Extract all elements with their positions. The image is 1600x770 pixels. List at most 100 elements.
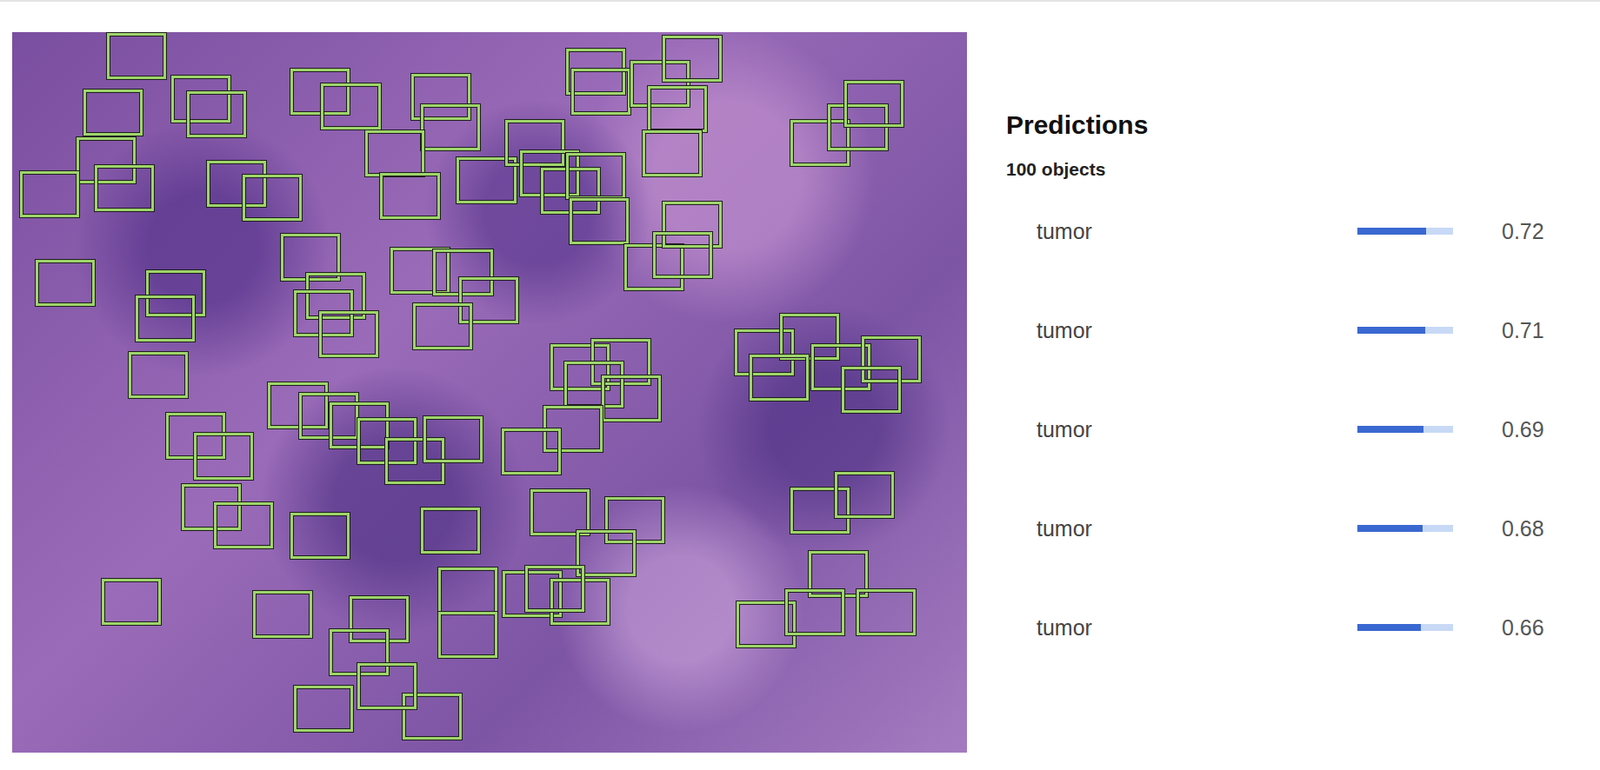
score-fill [1357, 227, 1427, 235]
bounding-box[interactable] [186, 91, 247, 138]
prediction-score: 0.68 [1501, 516, 1545, 542]
prediction-score: 0.66 [1501, 615, 1545, 641]
bounding-box[interactable] [267, 382, 327, 429]
bounding-box[interactable] [505, 120, 565, 167]
prediction-row[interactable]: tumor 0.68 [1006, 513, 1566, 544]
score-fill [1357, 326, 1426, 334]
prediction-label: tumor [1036, 219, 1358, 245]
top-divider [0, 0, 1600, 2]
bounding-box[interactable] [841, 366, 901, 414]
predictions-panel: Predictions 100 objects tumor 0.72tumor … [966, 32, 1600, 754]
bounding-box[interactable] [630, 60, 690, 107]
bounding-box[interactable] [653, 232, 713, 279]
bounding-box[interactable] [365, 130, 425, 177]
bounding-box[interactable] [662, 201, 722, 248]
bounding-box[interactable] [319, 311, 379, 358]
bounding-box[interactable] [94, 165, 154, 212]
bounding-box[interactable] [566, 153, 626, 200]
bounding-box[interactable] [525, 566, 585, 613]
object-count: 100 objects [1006, 159, 1566, 180]
bounding-box[interactable] [357, 663, 417, 710]
bounding-box[interactable] [438, 612, 498, 659]
bounding-box[interactable] [20, 171, 80, 218]
prediction-row[interactable]: tumor 0.72 [1006, 216, 1566, 247]
bounding-box[interactable] [520, 150, 580, 197]
bounding-box[interactable] [242, 174, 302, 221]
bounding-box[interactable] [380, 173, 440, 220]
bounding-box[interactable] [423, 416, 483, 463]
prediction-label: tumor [1036, 516, 1358, 542]
bounding-box[interactable] [76, 137, 136, 184]
prediction-row[interactable]: tumor 0.66 [1006, 613, 1566, 643]
bounding-box[interactable] [402, 693, 462, 740]
bounding-box[interactable] [827, 104, 887, 151]
bounding-box[interactable] [564, 361, 624, 408]
bounding-box[interactable] [135, 295, 195, 342]
prediction-score: 0.72 [1501, 219, 1545, 245]
bounding-box[interactable] [856, 589, 916, 636]
bounding-box[interactable] [101, 579, 161, 626]
bounding-box[interactable] [438, 567, 498, 614]
bounding-box[interactable] [550, 579, 610, 626]
bounding-box[interactable] [411, 73, 471, 120]
bounding-box[interactable] [780, 313, 840, 360]
bounding-box[interactable] [601, 375, 661, 422]
bounding-box[interactable] [146, 270, 206, 317]
score-bar [1357, 624, 1454, 632]
bounding-box[interactable] [662, 35, 722, 82]
bounding-box[interactable] [413, 303, 473, 350]
bounding-box[interactable] [213, 502, 274, 549]
bounding-box[interactable] [253, 591, 313, 638]
bounding-box[interactable] [501, 428, 561, 475]
bounding-box[interactable] [181, 484, 241, 531]
bounding-box[interactable] [834, 472, 894, 519]
bounding-box[interactable] [861, 336, 921, 383]
bounding-box[interactable] [571, 68, 631, 115]
bounding-box[interactable] [420, 104, 480, 151]
prediction-row[interactable]: tumor 0.71 [1006, 315, 1566, 346]
bounding-box[interactable] [433, 249, 493, 296]
bounding-box[interactable] [785, 589, 845, 636]
prediction-row[interactable]: tumor 0.69 [1006, 414, 1566, 445]
bounding-box[interactable] [566, 48, 626, 95]
bounding-box[interactable] [790, 487, 850, 534]
bounding-box[interactable] [106, 33, 167, 80]
bounding-box[interactable] [128, 352, 188, 399]
prediction-score: 0.69 [1501, 417, 1545, 443]
prediction-label: tumor [1036, 417, 1358, 443]
bounding-box[interactable] [171, 75, 231, 122]
score-fill [1357, 525, 1423, 533]
bounding-box[interactable] [193, 433, 254, 480]
bounding-box[interactable] [293, 290, 354, 337]
bounding-box[interactable] [293, 686, 354, 733]
bounding-box[interactable] [206, 160, 267, 207]
main: Predictions 100 objects tumor 0.72tumor … [0, 1, 1600, 754]
bounding-box[interactable] [35, 260, 95, 307]
bounding-box[interactable] [459, 277, 519, 324]
bounding-box[interactable] [576, 530, 636, 577]
bounding-box[interactable] [320, 83, 380, 130]
bounding-box[interactable] [420, 507, 480, 554]
score-bar [1357, 227, 1454, 235]
bounding-box[interactable] [642, 130, 702, 177]
bounding-box[interactable] [530, 489, 590, 536]
bounding-box[interactable] [290, 68, 350, 115]
bounding-box[interactable] [83, 89, 143, 136]
bounding-box[interactable] [844, 80, 904, 127]
score-bar [1357, 326, 1454, 334]
score-fill [1357, 624, 1421, 632]
prediction-label: tumor [1036, 615, 1358, 641]
bounding-box[interactable] [569, 198, 629, 245]
bounding-box[interactable] [390, 247, 450, 294]
bounding-box[interactable] [790, 120, 850, 167]
bounding-box[interactable] [299, 393, 359, 440]
prediction-label: tumor [1036, 318, 1358, 344]
bounding-box[interactable] [349, 596, 409, 643]
bounding-box[interactable] [734, 329, 794, 376]
score-bar [1357, 426, 1454, 434]
score-bar [1357, 525, 1454, 533]
bounding-box[interactable] [749, 354, 809, 401]
prediction-score: 0.71 [1501, 318, 1545, 344]
bounding-box[interactable] [290, 513, 350, 560]
bounding-box[interactable] [647, 86, 707, 133]
